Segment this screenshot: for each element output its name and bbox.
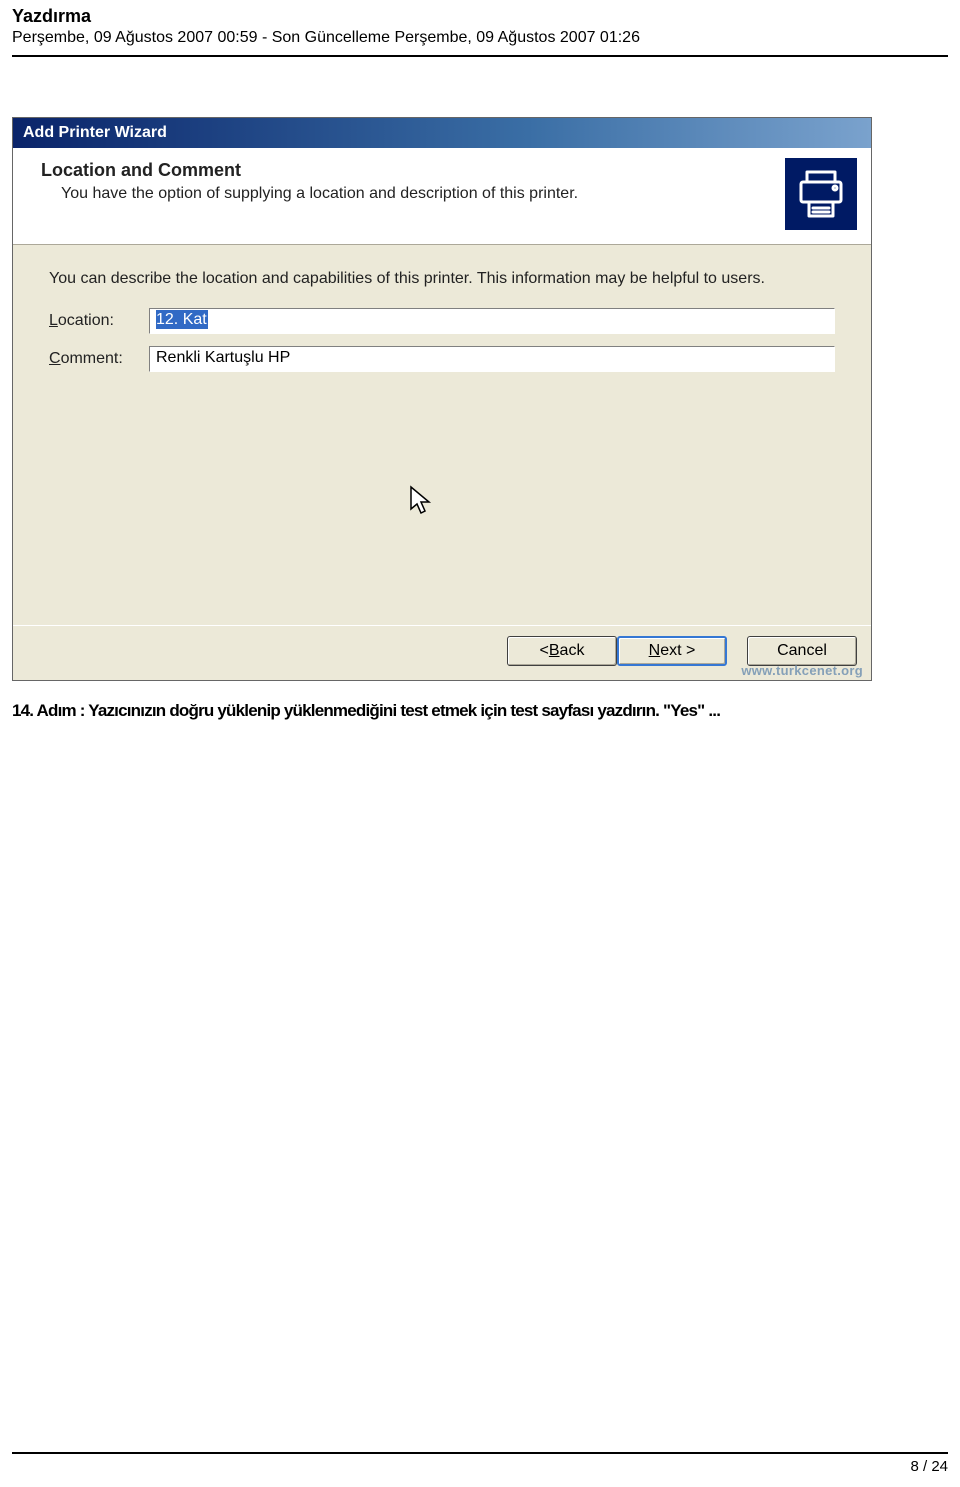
wizard-titlebar[interactable]: Add Printer Wizard	[13, 118, 871, 148]
wizard-body: You can describe the location and capabi…	[13, 245, 871, 625]
page-header: Yazdırma Perşembe, 09 Ağustos 2007 00:59…	[0, 0, 960, 51]
printer-icon	[785, 158, 857, 230]
wizard-footer: < Back Next > Cancel www.turkcenet.org	[13, 625, 871, 680]
page-footer: 8 / 24	[0, 1452, 960, 1475]
wizard-step-title: Location and Comment	[41, 160, 769, 181]
comment-input[interactable]: Renkli Kartuşlu HP	[149, 346, 835, 372]
cancel-button[interactable]: Cancel	[747, 636, 857, 666]
wizard-window-title: Add Printer Wizard	[23, 124, 167, 142]
comment-value: Renkli Kartuşlu HP	[156, 349, 290, 366]
back-button[interactable]: < Back	[507, 636, 617, 666]
comment-row: Comment: Renkli Kartuşlu HP	[49, 346, 835, 372]
button-gap	[727, 636, 747, 666]
location-value: 12. Kat	[156, 310, 208, 329]
wizard-instruction: You can describe the location and capabi…	[49, 269, 835, 290]
watermark-url: www.turkcenet.org	[741, 663, 863, 678]
content-area: Add Printer Wizard Location and Comment …	[0, 57, 960, 701]
cursor-icon	[409, 485, 433, 522]
next-button[interactable]: Next >	[617, 636, 727, 666]
comment-label: Comment:	[49, 350, 149, 368]
location-label: Location:	[49, 312, 149, 330]
page-title: Yazdırma	[12, 6, 948, 27]
page-number: 8 / 24	[0, 1454, 960, 1475]
location-input[interactable]: 12. Kat	[149, 308, 835, 334]
wizard-header: Location and Comment You have the option…	[13, 148, 871, 245]
add-printer-wizard-window: Add Printer Wizard Location and Comment …	[12, 117, 872, 681]
wizard-step-desc: You have the option of supplying a locat…	[41, 185, 769, 203]
wizard-header-text: Location and Comment You have the option…	[41, 158, 769, 203]
article-overlap-text: 14. Adım : Yazıcınızın doğru yüklenip yü…	[12, 701, 948, 721]
location-row: Location: 12. Kat	[49, 308, 835, 334]
page-dateline: Perşembe, 09 Ağustos 2007 00:59 - Son Gü…	[12, 29, 948, 47]
